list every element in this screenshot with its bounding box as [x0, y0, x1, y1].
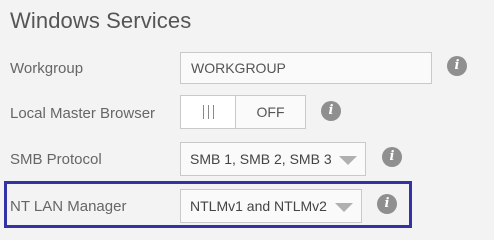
highlight-box: [4, 181, 412, 228]
smb-protocol-value: SMB 1, SMB 2, SMB 3: [190, 151, 332, 167]
local-master-browser-label: Local Master Browser: [10, 105, 156, 122]
toggle-state-label: OFF: [256, 104, 285, 120]
grip-line: [212, 105, 214, 119]
workgroup-input[interactable]: [180, 52, 432, 84]
page-title: Windows Services: [10, 8, 192, 33]
chevron-down-icon: [339, 156, 357, 165]
workgroup-label: Workgroup: [10, 60, 84, 77]
local-master-browser-toggle[interactable]: OFF: [180, 95, 306, 129]
local-master-browser-info-icon[interactable]: i: [321, 101, 341, 121]
workgroup-info-icon[interactable]: i: [447, 56, 467, 76]
grip-line: [207, 105, 209, 119]
smb-protocol-select[interactable]: SMB 1, SMB 2, SMB 3: [180, 142, 366, 176]
toggle-grip-icon[interactable]: [181, 96, 236, 128]
smb-protocol-label: SMB Protocol: [10, 151, 102, 168]
smb-protocol-info-icon[interactable]: i: [382, 147, 402, 167]
grip-line: [202, 105, 204, 119]
